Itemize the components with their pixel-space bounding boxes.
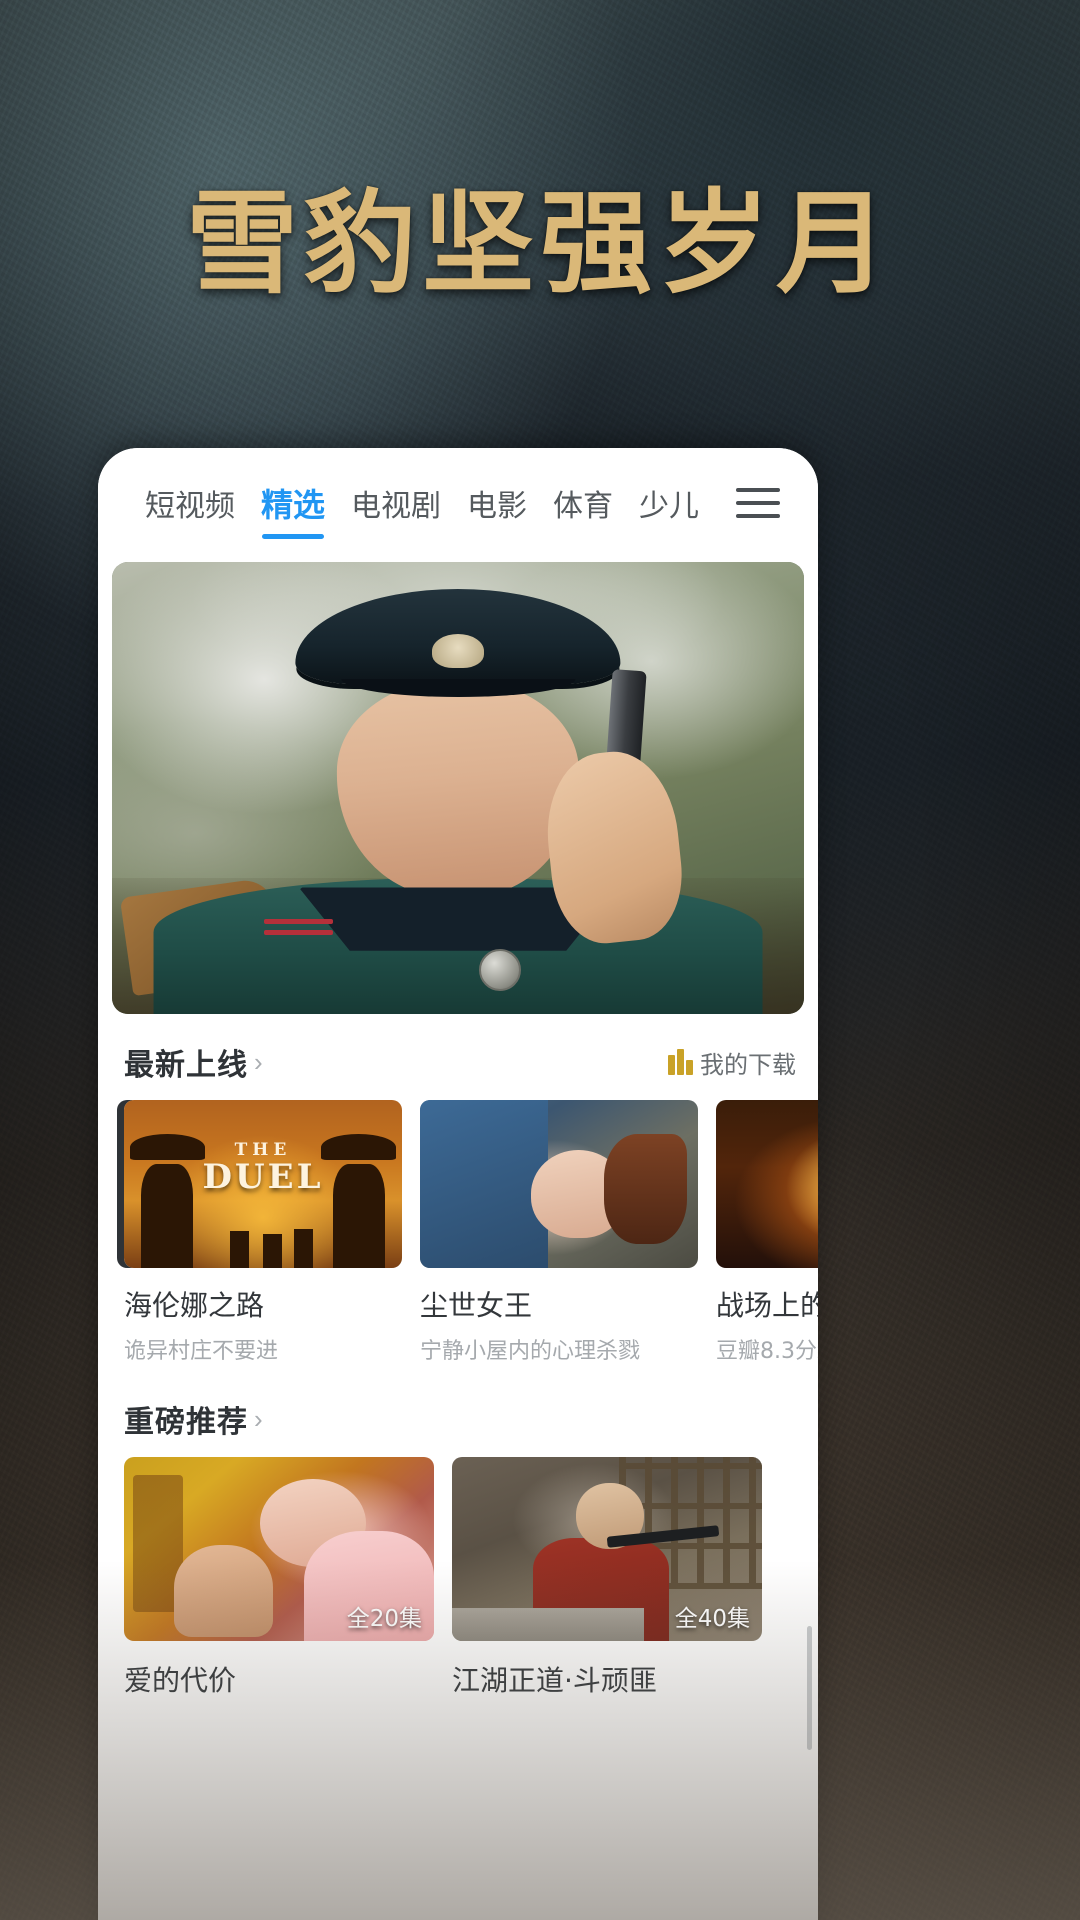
- item-subtitle: 豆瓣8.3分终: [716, 1339, 818, 1364]
- list-item[interactable]: THE DUEL 海伦娜之路 诡异村庄不要进: [124, 1100, 402, 1365]
- chevron-right-icon[interactable]: ›: [254, 1049, 263, 1075]
- banner-face: [336, 679, 580, 897]
- item-title: 战场上的: [716, 1289, 818, 1322]
- section-header-latest: 最新上线 › 我的下载: [98, 1014, 818, 1100]
- list-item[interactable]: 战场上的 豆瓣8.3分终: [716, 1100, 818, 1365]
- episode-count-badge: 全20集: [346, 1606, 422, 1632]
- thumbnail-art: [716, 1100, 818, 1268]
- menu-line: [736, 488, 780, 492]
- poster-thumbnail[interactable]: [420, 1100, 698, 1268]
- app-window: 短视频 精选 电视剧 电影 体育 少儿 最新上线 › 我的下载 THE DUEL…: [98, 448, 818, 1920]
- category-tab-bar: 短视频 精选 电视剧 电影 体育 少儿: [98, 448, 818, 558]
- tab-tv-series[interactable]: 电视剧: [338, 481, 454, 525]
- poster-thumbnail[interactable]: [716, 1100, 818, 1268]
- banner-collar-stripe: [264, 918, 334, 924]
- section-title: 重磅推荐: [124, 1405, 248, 1440]
- banner-uniform-button: [478, 949, 521, 992]
- vertical-scrollbar[interactable]: [807, 1626, 812, 1750]
- feed-content: 最新上线 › 我的下载 THE DUEL 海伦娜之路 诡异村庄不要进 尘世女王 …: [98, 1014, 818, 1699]
- chevron-right-icon[interactable]: ›: [254, 1406, 263, 1432]
- banner-collar-stripe: [264, 929, 334, 935]
- thumbnail-art: THE DUEL: [124, 1100, 402, 1268]
- poster-thumbnail[interactable]: 全20集: [124, 1457, 434, 1641]
- poster-thumbnail[interactable]: 全40集: [452, 1457, 762, 1641]
- item-title: 海伦娜之路: [124, 1289, 265, 1322]
- section-header-recommended: 重磅推荐 ›: [98, 1371, 818, 1457]
- tab-sports[interactable]: 体育: [540, 481, 626, 525]
- banner-cap-badge: [432, 634, 484, 669]
- hamburger-menu-icon[interactable]: [736, 484, 780, 522]
- tab-featured[interactable]: 精选: [248, 480, 338, 539]
- tab-movies[interactable]: 电影: [454, 481, 540, 525]
- item-title: 尘世女王: [420, 1289, 533, 1322]
- download-icon: [668, 1049, 693, 1075]
- latest-releases-carousel[interactable]: THE DUEL 海伦娜之路 诡异村庄不要进 尘世女王 宁静小屋内的心理杀戮 战…: [98, 1100, 818, 1371]
- poster-title: 雪豹坚强岁月: [186, 179, 894, 309]
- item-subtitle: 诡异村庄不要进: [124, 1339, 279, 1364]
- list-item[interactable]: 全40集 江湖正道·斗顽匪: [452, 1457, 762, 1699]
- hero-banner[interactable]: [112, 562, 804, 1014]
- tab-kids[interactable]: 少儿: [626, 481, 712, 525]
- my-downloads-label: 我的下载: [700, 1050, 796, 1079]
- list-item[interactable]: 全20集 爱的代价: [124, 1457, 434, 1699]
- recommended-carousel[interactable]: 全20集 爱的代价 全40集 江湖正道·斗顽匪: [98, 1457, 818, 1699]
- item-title: 爱的代价: [124, 1664, 237, 1697]
- tab-short-video[interactable]: 短视频: [132, 481, 248, 525]
- poster-thumbnail[interactable]: THE DUEL: [124, 1100, 402, 1268]
- thumbnail-art: [420, 1100, 698, 1268]
- section-title: 最新上线: [124, 1048, 248, 1083]
- menu-line: [736, 514, 780, 518]
- episode-count-badge: 全40集: [674, 1606, 750, 1632]
- menu-line: [736, 501, 780, 505]
- list-item[interactable]: 尘世女王 宁静小屋内的心理杀戮: [420, 1100, 698, 1365]
- my-downloads-button[interactable]: 我的下载: [668, 1045, 796, 1080]
- item-title: 江湖正道·斗顽匪: [452, 1664, 657, 1697]
- item-subtitle: 宁静小屋内的心理杀戮: [420, 1339, 641, 1364]
